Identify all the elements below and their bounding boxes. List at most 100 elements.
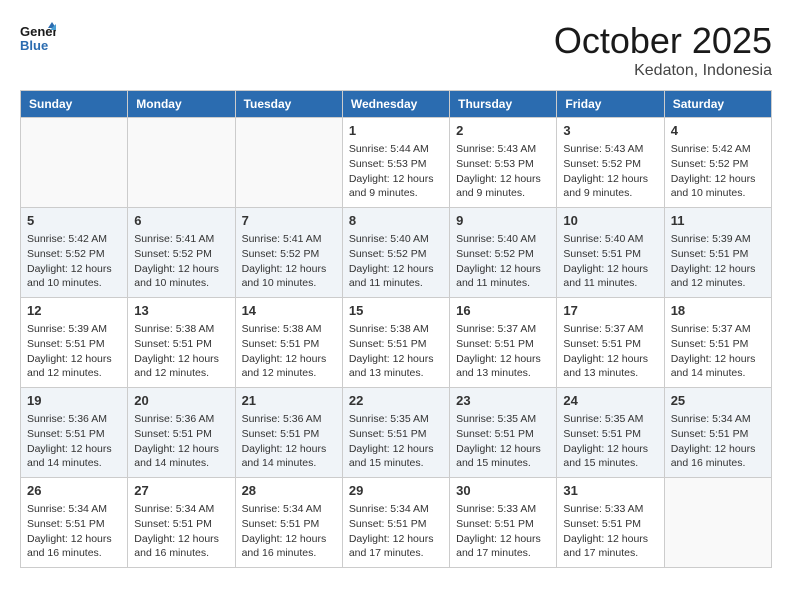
day-info: Sunrise: 5:43 AM Sunset: 5:52 PM Dayligh… <box>563 142 657 201</box>
day-info: Sunrise: 5:39 AM Sunset: 5:51 PM Dayligh… <box>671 232 765 291</box>
calendar-cell: 19 Sunrise: 5:36 AM Sunset: 5:51 PM Dayli… <box>21 388 128 478</box>
day-number: 20 <box>134 392 228 410</box>
day-number: 16 <box>456 302 550 320</box>
calendar-cell: 15 Sunrise: 5:38 AM Sunset: 5:51 PM Dayli… <box>342 298 449 388</box>
title-block: October 2025 Kedaton, Indonesia <box>554 20 772 80</box>
calendar-cell: 4Sunrise: 5:42 AM Sunset: 5:52 PM Daylig… <box>664 118 771 208</box>
weekday-header: Monday <box>128 91 235 118</box>
calendar-cell <box>235 118 342 208</box>
day-number: 22 <box>349 392 443 410</box>
calendar-cell: 1 Sunrise: 5:44 AM Sunset: 5:53 PM Daylig… <box>342 118 449 208</box>
day-info: Sunrise: 5:36 AM Sunset: 5:51 PM Dayligh… <box>242 412 336 471</box>
day-info: Sunrise: 5:34 AM Sunset: 5:51 PM Dayligh… <box>671 412 765 471</box>
calendar-cell: 14 Sunrise: 5:38 AM Sunset: 5:51 PM Dayli… <box>235 298 342 388</box>
day-info: Sunrise: 5:38 AM Sunset: 5:51 PM Dayligh… <box>242 322 336 381</box>
day-info: Sunrise: 5:36 AM Sunset: 5:51 PM Dayligh… <box>27 412 121 471</box>
calendar-cell: 11 Sunrise: 5:39 AM Sunset: 5:51 PM Dayli… <box>664 208 771 298</box>
day-info: Sunrise: 5:44 AM Sunset: 5:53 PM Dayligh… <box>349 142 443 201</box>
calendar-cell: 8 Sunrise: 5:40 AM Sunset: 5:52 PM Daylig… <box>342 208 449 298</box>
day-info: Sunrise: 5:33 AM Sunset: 5:51 PM Dayligh… <box>456 502 550 561</box>
day-info: Sunrise: 5:34 AM Sunset: 5:51 PM Dayligh… <box>27 502 121 561</box>
weekday-header-row: SundayMondayTuesdayWednesdayThursdayFrid… <box>21 91 772 118</box>
calendar-cell: 3Sunrise: 5:43 AM Sunset: 5:52 PM Daylig… <box>557 118 664 208</box>
day-number: 25 <box>671 392 765 410</box>
day-number: 2 <box>456 122 550 140</box>
day-number: 11 <box>671 212 765 230</box>
day-info: Sunrise: 5:42 AM Sunset: 5:52 PM Dayligh… <box>27 232 121 291</box>
location: Kedaton, Indonesia <box>554 62 772 80</box>
day-number: 21 <box>242 392 336 410</box>
logo: General Blue <box>20 20 56 56</box>
calendar-cell: 16 Sunrise: 5:37 AM Sunset: 5:51 PM Dayli… <box>450 298 557 388</box>
calendar-cell: 29Sunrise: 5:34 AM Sunset: 5:51 PM Dayli… <box>342 478 449 568</box>
logo-icon: General Blue <box>20 20 56 56</box>
page-header: General Blue October 2025 Kedaton, Indon… <box>20 20 772 80</box>
calendar-cell: 9 Sunrise: 5:40 AM Sunset: 5:52 PM Daylig… <box>450 208 557 298</box>
calendar-cell: 12Sunrise: 5:39 AM Sunset: 5:51 PM Dayli… <box>21 298 128 388</box>
day-info: Sunrise: 5:35 AM Sunset: 5:51 PM Dayligh… <box>456 412 550 471</box>
weekday-header: Tuesday <box>235 91 342 118</box>
calendar-week-row: 12Sunrise: 5:39 AM Sunset: 5:51 PM Dayli… <box>21 298 772 388</box>
day-number: 7 <box>242 212 336 230</box>
calendar-cell: 18Sunrise: 5:37 AM Sunset: 5:51 PM Dayli… <box>664 298 771 388</box>
day-info: Sunrise: 5:40 AM Sunset: 5:51 PM Dayligh… <box>563 232 657 291</box>
weekday-header: Wednesday <box>342 91 449 118</box>
calendar-cell <box>21 118 128 208</box>
calendar-table: SundayMondayTuesdayWednesdayThursdayFrid… <box>20 90 772 568</box>
calendar-cell: 27Sunrise: 5:34 AM Sunset: 5:51 PM Dayli… <box>128 478 235 568</box>
weekday-header: Friday <box>557 91 664 118</box>
day-number: 14 <box>242 302 336 320</box>
day-number: 28 <box>242 482 336 500</box>
day-info: Sunrise: 5:36 AM Sunset: 5:51 PM Dayligh… <box>134 412 228 471</box>
calendar-cell: 21 Sunrise: 5:36 AM Sunset: 5:51 PM Dayli… <box>235 388 342 478</box>
day-info: Sunrise: 5:37 AM Sunset: 5:51 PM Dayligh… <box>456 322 550 381</box>
day-info: Sunrise: 5:34 AM Sunset: 5:51 PM Dayligh… <box>134 502 228 561</box>
calendar-cell: 22 Sunrise: 5:35 AM Sunset: 5:51 PM Dayli… <box>342 388 449 478</box>
svg-text:Blue: Blue <box>20 38 48 53</box>
day-info: Sunrise: 5:33 AM Sunset: 5:51 PM Dayligh… <box>563 502 657 561</box>
day-info: Sunrise: 5:38 AM Sunset: 5:51 PM Dayligh… <box>349 322 443 381</box>
day-number: 29 <box>349 482 443 500</box>
day-info: Sunrise: 5:40 AM Sunset: 5:52 PM Dayligh… <box>349 232 443 291</box>
day-number: 23 <box>456 392 550 410</box>
day-info: Sunrise: 5:34 AM Sunset: 5:51 PM Dayligh… <box>242 502 336 561</box>
calendar-cell: 2 Sunrise: 5:43 AM Sunset: 5:53 PM Daylig… <box>450 118 557 208</box>
month-title: October 2025 <box>554 20 772 62</box>
day-number: 9 <box>456 212 550 230</box>
calendar-cell: 25 Sunrise: 5:34 AM Sunset: 5:51 PM Dayli… <box>664 388 771 478</box>
day-number: 6 <box>134 212 228 230</box>
weekday-header: Sunday <box>21 91 128 118</box>
calendar-cell: 28 Sunrise: 5:34 AM Sunset: 5:51 PM Dayli… <box>235 478 342 568</box>
day-info: Sunrise: 5:35 AM Sunset: 5:51 PM Dayligh… <box>349 412 443 471</box>
calendar-cell: 13Sunrise: 5:38 AM Sunset: 5:51 PM Dayli… <box>128 298 235 388</box>
day-number: 4 <box>671 122 765 140</box>
day-number: 8 <box>349 212 443 230</box>
day-info: Sunrise: 5:39 AM Sunset: 5:51 PM Dayligh… <box>27 322 121 381</box>
calendar-cell: 10 Sunrise: 5:40 AM Sunset: 5:51 PM Dayli… <box>557 208 664 298</box>
day-number: 15 <box>349 302 443 320</box>
day-info: Sunrise: 5:43 AM Sunset: 5:53 PM Dayligh… <box>456 142 550 201</box>
day-number: 1 <box>349 122 443 140</box>
weekday-header: Saturday <box>664 91 771 118</box>
day-info: Sunrise: 5:35 AM Sunset: 5:51 PM Dayligh… <box>563 412 657 471</box>
calendar-week-row: 19 Sunrise: 5:36 AM Sunset: 5:51 PM Dayli… <box>21 388 772 478</box>
calendar-cell: 20 Sunrise: 5:36 AM Sunset: 5:51 PM Dayli… <box>128 388 235 478</box>
day-info: Sunrise: 5:37 AM Sunset: 5:51 PM Dayligh… <box>563 322 657 381</box>
day-number: 26 <box>27 482 121 500</box>
day-number: 30 <box>456 482 550 500</box>
day-info: Sunrise: 5:41 AM Sunset: 5:52 PM Dayligh… <box>134 232 228 291</box>
weekday-header: Thursday <box>450 91 557 118</box>
day-info: Sunrise: 5:38 AM Sunset: 5:51 PM Dayligh… <box>134 322 228 381</box>
day-number: 10 <box>563 212 657 230</box>
day-number: 5 <box>27 212 121 230</box>
day-info: Sunrise: 5:41 AM Sunset: 5:52 PM Dayligh… <box>242 232 336 291</box>
calendar-week-row: 26 Sunrise: 5:34 AM Sunset: 5:51 PM Dayli… <box>21 478 772 568</box>
calendar-cell <box>664 478 771 568</box>
day-number: 18 <box>671 302 765 320</box>
day-number: 19 <box>27 392 121 410</box>
calendar-week-row: 5 Sunrise: 5:42 AM Sunset: 5:52 PM Daylig… <box>21 208 772 298</box>
day-info: Sunrise: 5:40 AM Sunset: 5:52 PM Dayligh… <box>456 232 550 291</box>
calendar-cell: 17Sunrise: 5:37 AM Sunset: 5:51 PM Dayli… <box>557 298 664 388</box>
day-number: 24 <box>563 392 657 410</box>
calendar-cell: 30 Sunrise: 5:33 AM Sunset: 5:51 PM Dayli… <box>450 478 557 568</box>
